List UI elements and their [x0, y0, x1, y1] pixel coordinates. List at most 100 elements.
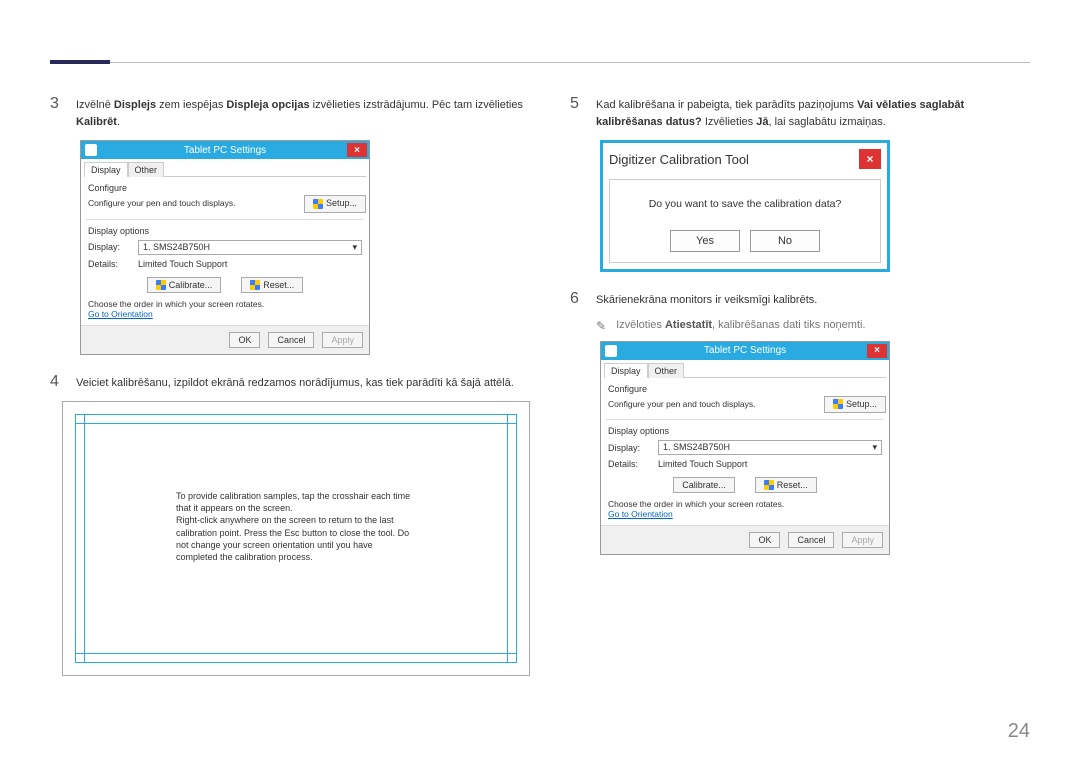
header-accent — [50, 60, 110, 64]
calibrate-reset-row: Calibrate... Reset... — [84, 277, 366, 293]
t: Izvēlnē — [76, 99, 114, 111]
step-text: Izvēlnē Displejs zem iespējas Displeja o… — [76, 95, 530, 130]
tab-other[interactable]: Other — [128, 162, 165, 177]
cancel-button[interactable]: Cancel — [268, 332, 314, 348]
grid-line — [84, 415, 85, 662]
grid-line — [76, 653, 516, 654]
tablet-icon — [85, 144, 97, 156]
t: Reset... — [263, 280, 294, 290]
step-number: 5 — [570, 95, 584, 130]
t: , lai saglabātu izmaiņas. — [768, 116, 885, 128]
step-4: 4 Veiciet kalibrēšanu, izpildot ekrānā r… — [50, 373, 530, 392]
digitizer-titlebar: Digitizer Calibration Tool × — [609, 149, 881, 169]
details-value: Limited Touch Support — [658, 459, 747, 469]
ok-button[interactable]: OK — [749, 532, 780, 548]
close-icon[interactable]: × — [867, 344, 887, 358]
right-column: 5 Kad kalibrēšana ir pabeigta, tiek parā… — [570, 95, 1030, 676]
tab-display[interactable]: Display — [84, 162, 128, 177]
step-6: 6 Skārienekrāna monitors ir veiksmīgi ka… — [570, 290, 1030, 309]
apply-button: Apply — [322, 332, 363, 348]
chevron-down-icon: ▾ — [872, 442, 877, 453]
t: Displeja opcijas — [226, 99, 309, 111]
configure-row: Configure your pen and touch displays. S… — [88, 195, 366, 213]
ok-button[interactable]: OK — [229, 332, 260, 348]
setup-button[interactable]: Setup... — [824, 396, 886, 414]
calibrate-reset-row: Calibrate... Reset... — [604, 477, 886, 493]
digitizer-title: Digitizer Calibration Tool — [609, 152, 749, 167]
page-content: 3 Izvēlnē Displejs zem iespējas Displeja… — [50, 95, 1030, 676]
details-row: Details: Limited Touch Support — [88, 259, 362, 269]
setup-button[interactable]: Setup... — [304, 195, 366, 213]
separator — [606, 419, 884, 420]
digitizer-dialog: Digitizer Calibration Tool × Do you want… — [600, 140, 890, 272]
dialog-footer: OK Cancel Apply — [81, 325, 369, 354]
yes-button[interactable]: Yes — [670, 230, 740, 252]
orientation-link[interactable]: Go to Orientation — [88, 309, 362, 319]
shield-icon — [250, 280, 260, 290]
page-number: 24 — [1008, 720, 1030, 743]
t: zem iespējas — [156, 99, 226, 111]
t: Calibrate... — [682, 480, 726, 490]
shield-icon — [313, 199, 323, 209]
cancel-button[interactable]: Cancel — [788, 532, 834, 548]
display-row: Display: 1. SMS24B750H▾ — [88, 240, 362, 255]
t: Kalibrēt — [76, 116, 117, 128]
calibration-instructions: To provide calibration samples, tap the … — [176, 490, 416, 563]
tabs: Display Other — [84, 161, 366, 177]
orientation-link[interactable]: Go to Orientation — [608, 509, 882, 519]
apply-button: Apply — [842, 532, 883, 548]
step-number: 6 — [570, 290, 584, 309]
configure-label: Configure — [608, 384, 886, 394]
no-button[interactable]: No — [750, 230, 820, 252]
close-icon[interactable]: × — [347, 143, 367, 157]
step-number: 3 — [50, 95, 64, 130]
calibrate-button[interactable]: Calibrate... — [673, 477, 735, 493]
display-label: Display: — [608, 443, 658, 453]
t: Setup... — [326, 198, 357, 210]
display-select[interactable]: 1. SMS24B750H▾ — [138, 240, 362, 255]
details-label: Details: — [88, 259, 138, 269]
shield-icon — [764, 480, 774, 490]
grid-line — [76, 423, 516, 424]
t: . — [117, 116, 120, 128]
configure-text: Configure your pen and touch displays. — [88, 198, 235, 209]
calibration-border: To provide calibration samples, tap the … — [75, 414, 517, 663]
order-text: Choose the order in which your screen ro… — [88, 299, 362, 309]
left-column: 3 Izvēlnē Displejs zem iespējas Displeja… — [50, 95, 530, 676]
display-options-label: Display options — [88, 226, 366, 236]
display-label: Display: — [88, 242, 138, 252]
reset-button[interactable]: Reset... — [755, 477, 817, 493]
display-select[interactable]: 1. SMS24B750H ▾ — [658, 440, 882, 455]
dialog-title: Tablet PC Settings — [184, 145, 266, 156]
tabs: Display Other — [604, 362, 886, 378]
tab-display[interactable]: Display — [604, 363, 648, 378]
dialog-title: Tablet PC Settings — [704, 345, 786, 356]
dialog-titlebar: Tablet PC Settings × — [601, 342, 889, 360]
calibrate-button[interactable]: Calibrate... — [147, 277, 222, 293]
step-text: Kad kalibrēšana ir pabeigta, tiek parādī… — [596, 95, 1030, 130]
configure-row: Configure your pen and touch displays. S… — [608, 396, 886, 414]
t: Reset... — [777, 480, 808, 490]
tablet-icon — [605, 345, 617, 357]
shield-icon — [833, 399, 843, 409]
note-text: Izvēloties Atiestatīt, kalibrēšanas dati… — [616, 319, 865, 333]
digitizer-question: Do you want to save the calibration data… — [618, 198, 872, 210]
configure-text: Configure your pen and touch displays. — [608, 399, 755, 410]
t: 1. SMS24B750H — [663, 442, 730, 453]
display-options-label: Display options — [608, 426, 886, 436]
t: Izvēlieties — [702, 116, 756, 128]
tablet-pc-settings-dialog-2: Tablet PC Settings × Display Other Confi… — [600, 341, 890, 556]
reset-button[interactable]: Reset... — [241, 277, 303, 293]
tablet-pc-settings-dialog: Tablet PC Settings × Display Other Confi… — [80, 140, 370, 355]
t: izvēlieties izstrādājumu. Pēc tam izvēli… — [310, 99, 523, 111]
separator — [86, 219, 364, 220]
close-icon[interactable]: × — [859, 149, 881, 169]
t: Calibrate... — [169, 280, 213, 290]
details-row: Details: Limited Touch Support — [608, 459, 882, 469]
dialog-body: Display Other Configure Configure your p… — [601, 360, 889, 520]
t: Izvēloties — [616, 319, 665, 331]
step-number: 4 — [50, 373, 64, 392]
tab-other[interactable]: Other — [648, 363, 685, 378]
calibration-screen: To provide calibration samples, tap the … — [62, 401, 530, 676]
t: 1. SMS24B750H — [143, 242, 210, 253]
